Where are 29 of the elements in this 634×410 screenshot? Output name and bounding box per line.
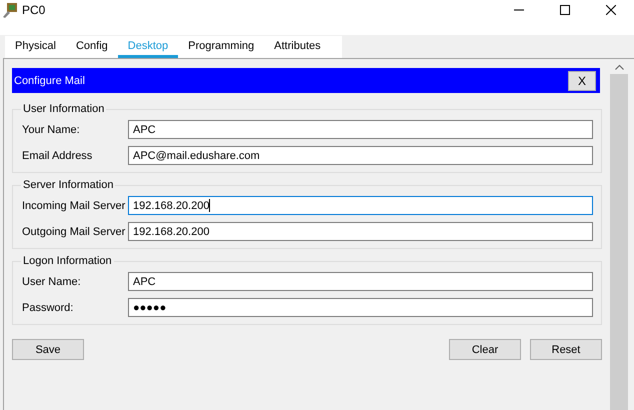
- dialog-title: Configure Mail: [14, 74, 85, 86]
- clear-button[interactable]: Clear: [449, 339, 521, 360]
- input-field[interactable]: 192.168.20.200: [128, 222, 593, 241]
- group-title: Logon Information: [22, 255, 113, 267]
- tab[interactable]: Config: [66, 36, 118, 58]
- field-label: Password:: [22, 302, 74, 314]
- input-field[interactable]: APC: [128, 120, 593, 139]
- close-icon[interactable]: [606, 4, 616, 14]
- window-title: PC0: [22, 2, 46, 16]
- tab[interactable]: Attributes: [264, 36, 331, 58]
- save-button[interactable]: Save: [12, 339, 84, 360]
- tab[interactable]: Programming: [178, 36, 264, 58]
- scroll-up-icon[interactable]: [614, 64, 624, 70]
- field-label: Outgoing Mail Server: [22, 226, 126, 238]
- group-title: Server Information: [22, 179, 114, 191]
- field-label: Your Name:: [22, 124, 81, 136]
- field-label: User Name:: [22, 276, 82, 288]
- field-label: Email Address: [22, 150, 94, 162]
- maximize-icon[interactable]: [560, 4, 570, 14]
- input-field[interactable]: 192.168.20.200: [128, 196, 593, 215]
- app-icon: [2, 2, 18, 18]
- reset-button[interactable]: Reset: [530, 339, 602, 360]
- input-field[interactable]: APC: [128, 272, 593, 291]
- tab[interactable]: Physical: [5, 36, 66, 58]
- close-button[interactable]: X: [568, 70, 596, 90]
- field-label: Incoming Mail Server: [22, 200, 126, 212]
- group-title: User Information: [22, 103, 106, 115]
- input-field[interactable]: APC@mail.edushare.com: [128, 146, 593, 165]
- input-field[interactable]: ●●●●●: [128, 298, 593, 317]
